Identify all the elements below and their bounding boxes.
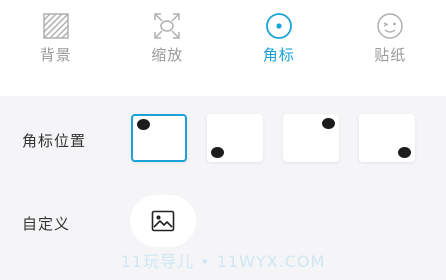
tab-sticker[interactable]: 贴纸 [335,0,446,96]
image-icon [151,210,175,232]
tab-sticker-label: 贴纸 [374,46,407,64]
tab-background-label: 背景 [39,46,72,64]
badge-dot-marker [398,147,411,158]
tab-scale[interactable]: 缩放 [112,0,224,96]
sticker-smiley-icon [376,12,404,40]
tab-corner-badge[interactable]: 角标 [223,0,335,96]
bottom-toolbar-tabs: 背景 缩放 角标 贴纸 [0,0,446,96]
badge-dot-marker [322,118,335,129]
tab-background[interactable]: 背景 [0,0,112,96]
tab-corner-badge-label: 角标 [262,46,295,64]
badge-position-top-right[interactable] [283,114,339,162]
badge-position-bottom-right[interactable] [359,114,415,162]
tab-scale-label: 缩放 [151,46,184,64]
badge-dot-marker [137,119,150,130]
scale-frame-icon [153,12,181,40]
badge-position-bottom-left[interactable] [207,114,263,162]
watermark-text: 11玩导儿 • 11WYX.COM [120,252,326,271]
hatch-pattern-icon [42,12,70,40]
custom-label: 自定义 [22,215,71,233]
badge-position-label: 角标位置 [22,132,87,150]
badge-dot-marker [211,147,224,158]
custom-image-button[interactable] [130,195,196,247]
corner-badge-icon [265,12,293,40]
badge-position-top-left[interactable] [131,114,187,162]
